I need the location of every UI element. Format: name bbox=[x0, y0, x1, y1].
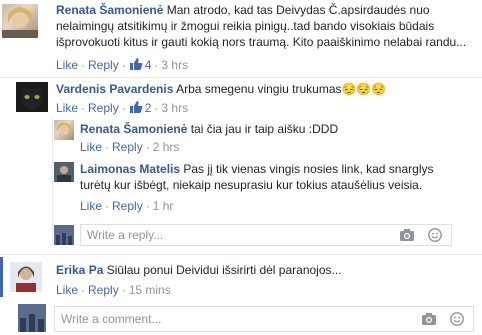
avatar bbox=[54, 225, 74, 245]
thumbs-up-icon bbox=[129, 101, 143, 113]
comment-body-line: tai čia jau ir taip aišku :DDD bbox=[190, 122, 339, 136]
avatar[interactable] bbox=[54, 162, 74, 182]
camera-icon[interactable] bbox=[421, 312, 437, 326]
new-comment-indicator bbox=[0, 257, 3, 297]
emoji-icon[interactable] bbox=[427, 228, 443, 242]
comment-body-line: išprovokuoti kitus ir gauti kokią nors t… bbox=[56, 35, 467, 49]
comment-text: Vardenis Pavardenis Arba smegenu vingiu … bbox=[56, 81, 476, 97]
reply-input[interactable] bbox=[81, 225, 451, 245]
comment-actions: Like · Reply · 2 hrs bbox=[80, 140, 180, 154]
like-count[interactable]: 2 bbox=[129, 101, 151, 115]
like-count[interactable]: 4 bbox=[129, 58, 151, 72]
timestamp[interactable]: 2 hrs bbox=[153, 140, 180, 154]
reply-link[interactable]: Reply bbox=[88, 101, 119, 115]
thumbs-up-icon bbox=[129, 58, 143, 70]
timestamp[interactable]: 1 hr bbox=[153, 199, 174, 213]
like-link[interactable]: Like bbox=[56, 101, 78, 115]
comment-actions: Like · Reply · 15 mins bbox=[56, 283, 171, 297]
camera-icon[interactable] bbox=[399, 228, 415, 242]
avatar[interactable] bbox=[16, 82, 48, 112]
timestamp[interactable]: 15 mins bbox=[129, 283, 171, 297]
reply-link[interactable]: Reply bbox=[112, 199, 143, 213]
comment-text: Renata Šamonienė tai čia jau ir taip aiš… bbox=[80, 121, 476, 137]
avatar[interactable] bbox=[10, 262, 42, 292]
comment-body-line: nelaimingų atsitikimų ir žmogui reikia p… bbox=[56, 19, 435, 33]
comment-author[interactable]: Laimonas Matelis bbox=[80, 162, 180, 176]
reply-link[interactable]: Reply bbox=[112, 140, 143, 154]
divider bbox=[0, 77, 482, 78]
avatar[interactable] bbox=[2, 4, 38, 38]
timestamp[interactable]: 3 hrs bbox=[161, 101, 188, 115]
comment-text: Laimonas Matelis Pas jį tik vienas vingi… bbox=[80, 161, 476, 193]
comment-author[interactable]: Renata Šamonienė bbox=[80, 122, 187, 136]
like-link[interactable]: Like bbox=[80, 140, 102, 154]
comment-author[interactable]: Renata Šamonienė bbox=[56, 3, 163, 17]
comment-body-line: turėtų kur išbėgt, niekaip nesuprasiu ku… bbox=[80, 178, 423, 192]
comment-actions: Like · Reply · 4 · 3 hrs bbox=[56, 58, 189, 72]
comment-input[interactable] bbox=[55, 307, 473, 331]
comment-author[interactable]: Vardenis Pavardenis bbox=[56, 82, 173, 96]
comment-body-line: Siūlau ponui Deividui išsirirti dėl para… bbox=[106, 263, 342, 277]
comment-text: Erika Pa Siūlau ponui Deividui išsirirti… bbox=[56, 262, 476, 278]
comment-actions: Like · Reply · 2 · 3 hrs bbox=[56, 101, 189, 115]
comment-body-line: Man atrodo, kad tas Deivydas Č.apsirdaud… bbox=[166, 3, 430, 17]
comment-body-line: Arba smegenu vingiu trukumas😔😔😔 bbox=[176, 82, 387, 96]
timestamp[interactable]: 3 hrs bbox=[161, 58, 188, 72]
avatar bbox=[18, 304, 46, 332]
reply-link[interactable]: Reply bbox=[88, 283, 119, 297]
comment-body-line: Pas jį tik vienas vingis nosies link, ka… bbox=[183, 162, 434, 176]
divider bbox=[0, 254, 482, 255]
comment-text: Renata Šamonienė Man atrodo, kad tas Dei… bbox=[56, 2, 476, 50]
comment-author[interactable]: Erika Pa bbox=[56, 263, 103, 277]
comment-actions: Like · Reply · 1 hr bbox=[80, 199, 174, 213]
reply-link[interactable]: Reply bbox=[88, 58, 119, 72]
like-link[interactable]: Like bbox=[56, 58, 78, 72]
like-link[interactable]: Like bbox=[80, 199, 102, 213]
like-link[interactable]: Like bbox=[56, 283, 78, 297]
reply-input-box bbox=[80, 224, 452, 246]
emoji-icon[interactable] bbox=[449, 312, 465, 326]
comment-input-box bbox=[54, 306, 474, 332]
avatar[interactable] bbox=[54, 120, 74, 140]
reply-thread-line bbox=[52, 117, 53, 245]
